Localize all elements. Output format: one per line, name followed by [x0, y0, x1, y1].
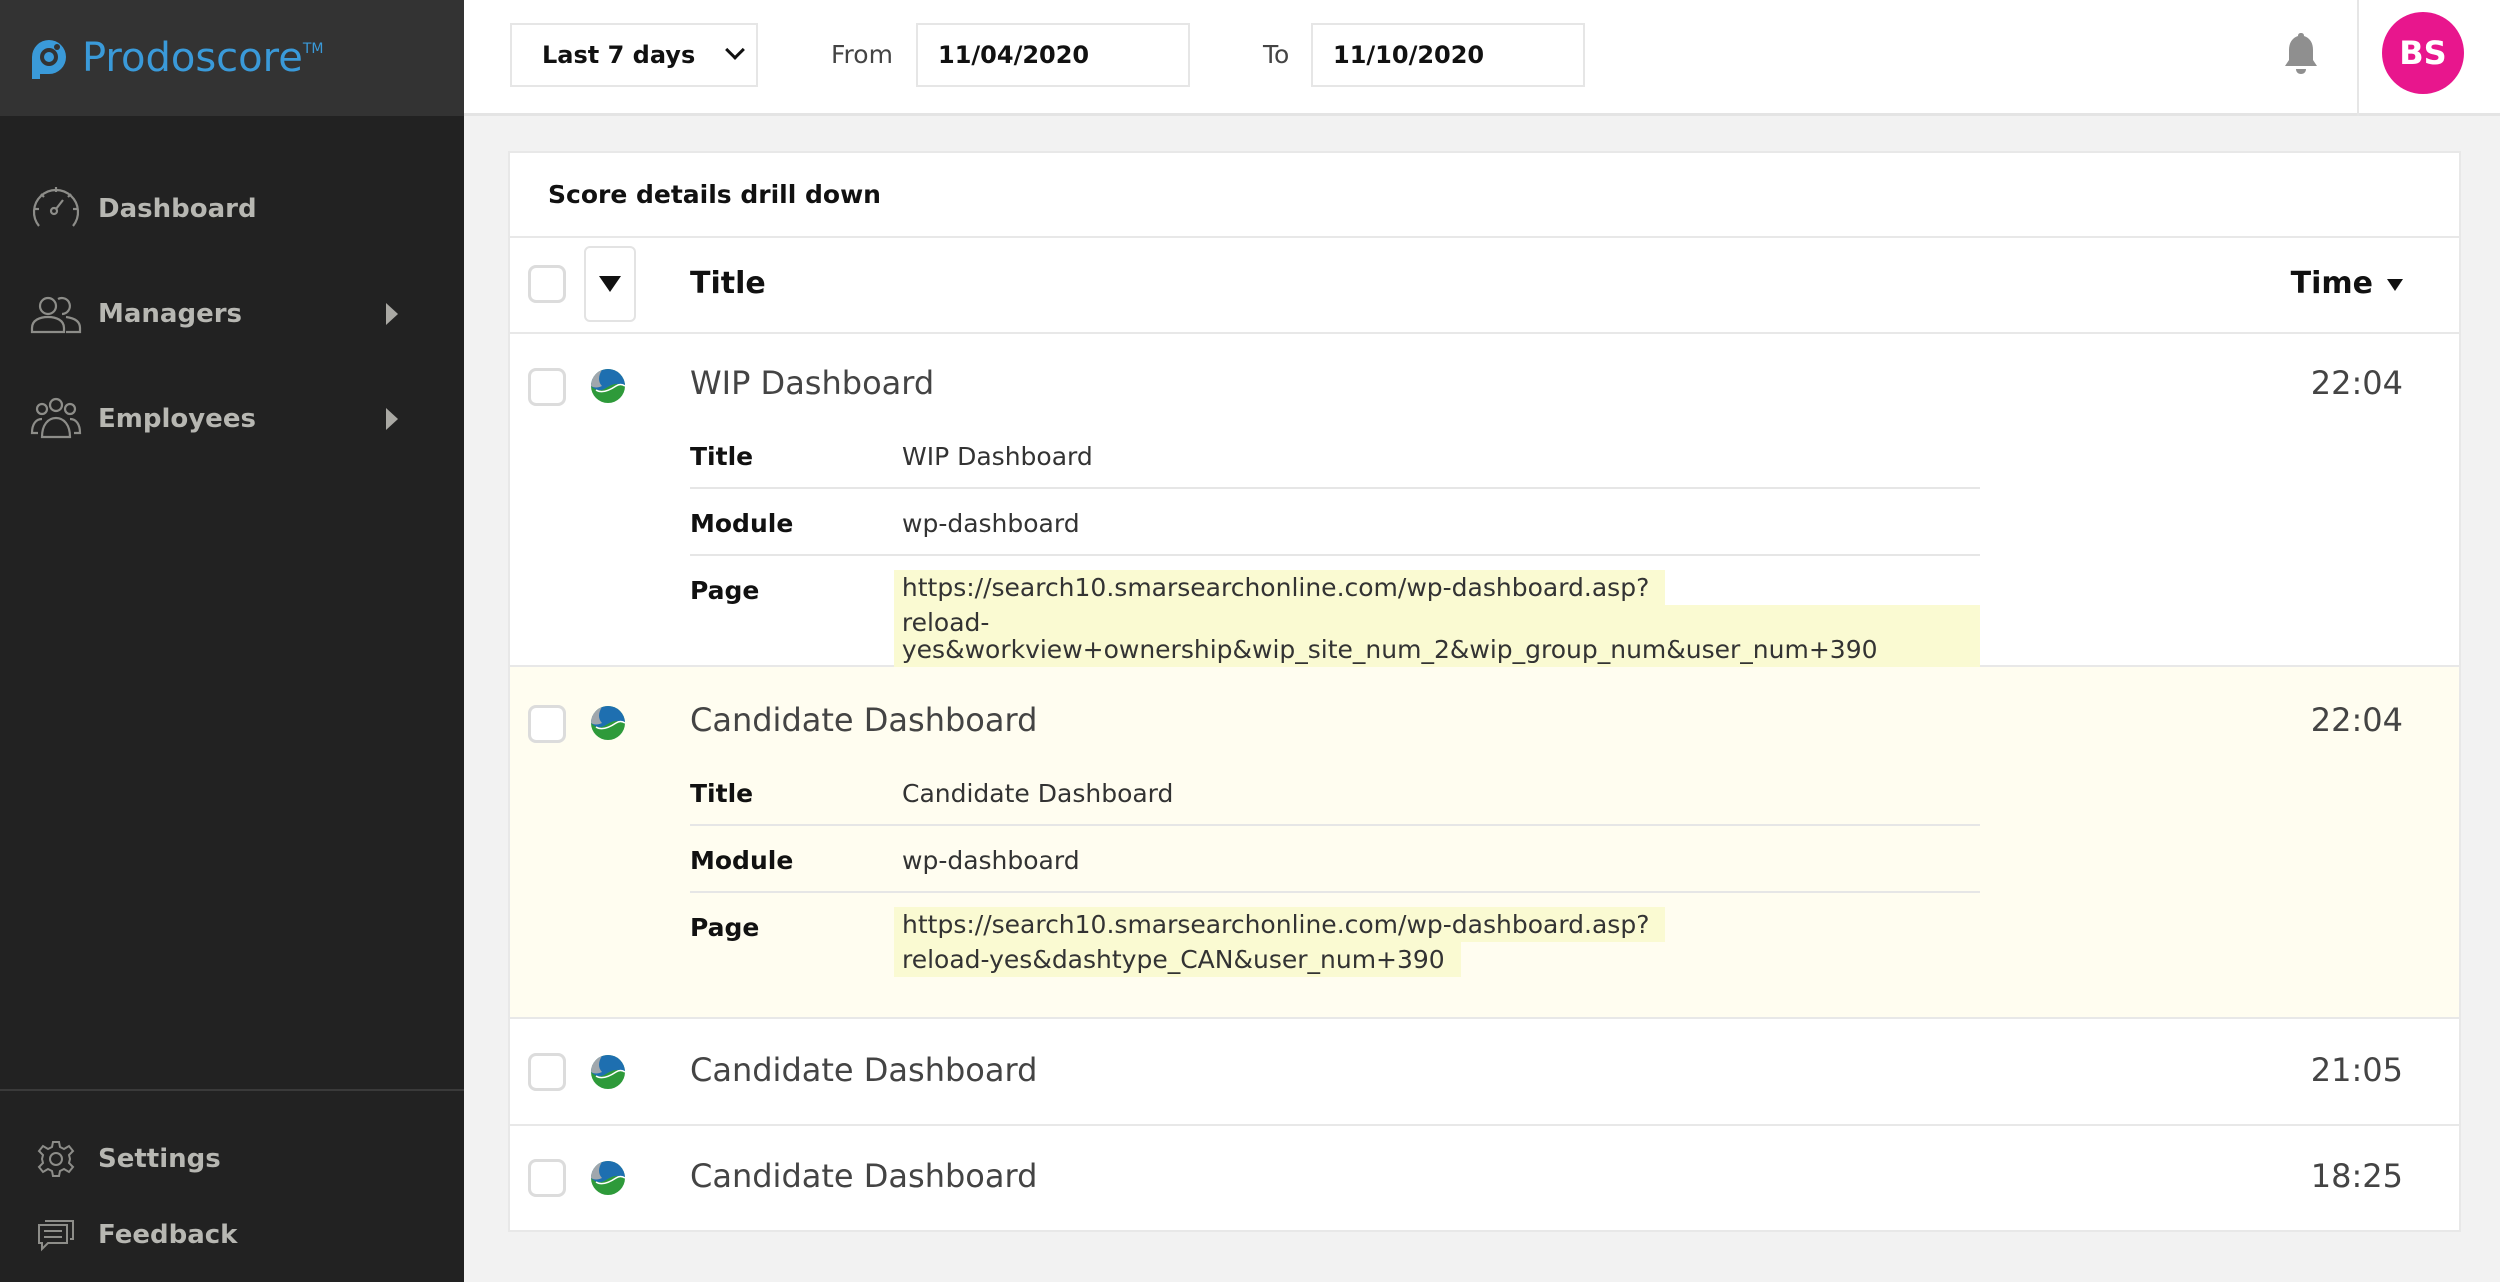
sidebar-nav: Dashboard Managers Employees [0, 156, 464, 471]
column-header-time[interactable]: Time [2291, 266, 2403, 301]
table-row[interactable]: Candidate Dashboard 22:04 Title Candidat… [510, 667, 2459, 1019]
row-time: 21:05 [2310, 1051, 2403, 1089]
detail-value: wp-dashboard [902, 846, 1080, 875]
header-divider [2357, 0, 2359, 116]
row-details: Title WIP Dashboard Module wp-dashboard … [690, 422, 1980, 667]
sidebar-item-managers[interactable]: Managers [0, 261, 464, 366]
app-logo-icon [590, 369, 626, 403]
row-title[interactable]: Candidate Dashboard [690, 1157, 1037, 1195]
row-checkbox[interactable] [528, 1159, 566, 1197]
caret-down-icon [599, 276, 621, 292]
sidebar-item-label: Settings [98, 1144, 221, 1174]
date-range-select[interactable]: Last 7 days [510, 23, 758, 87]
score-details-panel: Score details drill down Title Time WIP … [508, 151, 2461, 1232]
select-all-checkbox[interactable] [528, 265, 566, 303]
sidebar-footer: Settings Feedback [0, 1089, 464, 1273]
url-line: reload-yes&workview+ownership&wip_site_n… [893, 605, 1980, 667]
from-date-input[interactable] [916, 23, 1190, 87]
to-label: To [1263, 40, 1290, 69]
chevron-right-icon[interactable] [386, 407, 398, 430]
row-checkbox[interactable] [528, 1053, 566, 1091]
brand-name: ProdoscoreTM [82, 35, 323, 81]
top-bar: Last 7 days From To BS [464, 0, 2500, 116]
sort-desc-icon [2387, 278, 2403, 291]
row-title[interactable]: Candidate Dashboard [690, 1051, 1037, 1089]
chat-bubbles-icon [38, 1220, 74, 1252]
employees-icon [30, 397, 82, 438]
detail-value: wp-dashboard [902, 509, 1080, 538]
sidebar-item-settings[interactable]: Settings [0, 1121, 464, 1197]
sidebar-item-dashboard[interactable]: Dashboard [0, 156, 464, 261]
chevron-down-icon [725, 40, 745, 60]
logo[interactable]: ProdoscoreTM [0, 0, 464, 116]
detail-key: Module [690, 509, 794, 538]
sidebar-item-label: Dashboard [98, 193, 257, 224]
table-header: Title Time [510, 238, 2459, 334]
detail-page: Page https://search10.smarsearchonline.c… [690, 893, 1980, 977]
row-time: 22:04 [2310, 364, 2403, 402]
column-header-title[interactable]: Title [690, 266, 766, 301]
row-checkbox[interactable] [528, 705, 566, 743]
from-label: From [831, 40, 893, 69]
table-row[interactable]: Candidate Dashboard 18:25 [510, 1126, 2459, 1232]
detail-value: Candidate Dashboard [902, 779, 1174, 808]
date-range-value: Last 7 days [542, 41, 696, 69]
detail-module: Module wp-dashboard [690, 489, 1980, 556]
detail-value: WIP Dashboard [902, 442, 1093, 471]
detail-key: Title [690, 779, 754, 808]
sidebar: ProdoscoreTM Dashboard Managers Employee… [0, 0, 464, 1282]
to-date-input[interactable] [1311, 23, 1585, 87]
url-line: https://search10.smarsearchonline.com/wp… [894, 907, 1666, 942]
row-title[interactable]: WIP Dashboard [690, 364, 934, 402]
row-time: 18:25 [2310, 1157, 2403, 1195]
app-logo-icon [590, 1055, 626, 1089]
brand-name-text: Prodoscore [82, 35, 303, 81]
sidebar-item-label: Managers [98, 298, 243, 329]
detail-title: Title WIP Dashboard [690, 422, 1980, 489]
speedometer-icon [32, 186, 80, 227]
detail-page-url[interactable]: https://search10.smarsearchonline.com/wp… [894, 907, 1666, 977]
table-row[interactable]: Candidate Dashboard 21:05 [510, 1019, 2459, 1126]
detail-title: Title Candidate Dashboard [690, 759, 1980, 826]
row-details: Title Candidate Dashboard Module wp-dash… [690, 759, 1980, 977]
column-header-time-label: Time [2290, 266, 2373, 301]
sidebar-item-employees[interactable]: Employees [0, 366, 464, 471]
avatar-initials: BS [2399, 34, 2447, 72]
url-line: reload-yes&dashtype_CAN&user_num+390 [894, 942, 1461, 977]
app-logo-icon [590, 706, 626, 740]
url-line: https://search10.smarsearchonline.com/wp… [893, 570, 1666, 605]
prodoscore-logo-icon [32, 40, 66, 79]
detail-key: Page [690, 913, 760, 942]
sidebar-item-label: Feedback [98, 1220, 238, 1250]
chevron-right-icon[interactable] [386, 302, 398, 325]
bell-icon[interactable] [2282, 30, 2320, 76]
row-time: 22:04 [2310, 701, 2403, 739]
user-avatar[interactable]: BS [2382, 12, 2464, 94]
sidebar-item-feedback[interactable]: Feedback [0, 1197, 464, 1273]
detail-page: Page https://search10.smarsearchonline.c… [690, 556, 1980, 667]
trademark: TM [302, 41, 324, 57]
gear-icon [37, 1141, 75, 1177]
bulk-action-dropdown[interactable] [584, 246, 636, 322]
managers-icon [30, 296, 82, 333]
table-row[interactable]: WIP Dashboard 22:04 Title WIP Dashboard … [510, 334, 2459, 667]
row-checkbox[interactable] [528, 368, 566, 406]
detail-key: Page [690, 576, 760, 605]
detail-page-url[interactable]: https://search10.smarsearchonline.com/wp… [893, 570, 1980, 667]
detail-key: Title [690, 442, 754, 471]
app-logo-icon [590, 1161, 626, 1195]
detail-key: Module [690, 846, 794, 875]
sidebar-item-label: Employees [98, 403, 256, 434]
detail-module: Module wp-dashboard [690, 826, 1980, 893]
row-title[interactable]: Candidate Dashboard [690, 701, 1037, 739]
panel-title: Score details drill down [510, 153, 2459, 238]
